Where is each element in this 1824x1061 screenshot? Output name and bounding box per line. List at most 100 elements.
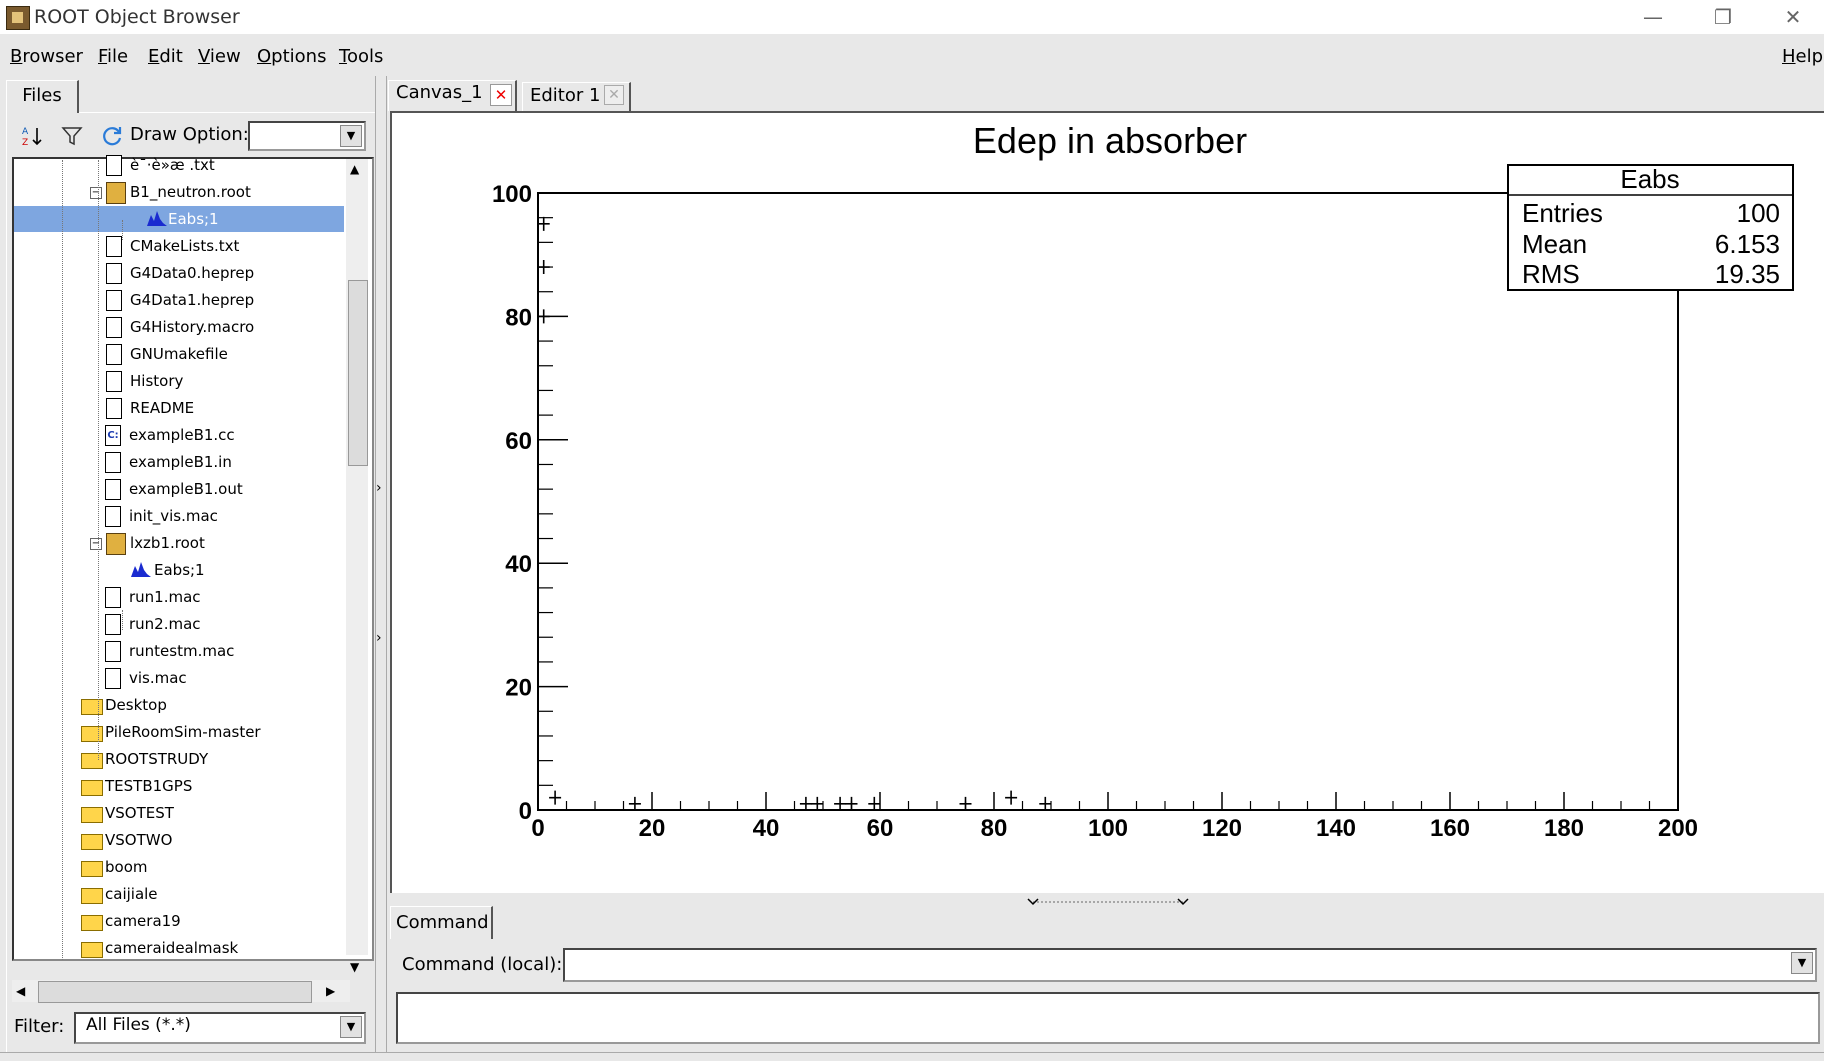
menu-options[interactable]: Options [257, 46, 326, 67]
tree-item[interactable]: Eabs;1 [130, 557, 330, 583]
data-point [811, 796, 824, 811]
stats-box: Eabs Entries 100 Mean 6.153 RMS 19.35 [1507, 164, 1794, 291]
close-tab-icon[interactable]: ✕ [604, 85, 624, 105]
tree-item-label: G4History.macro [130, 318, 255, 336]
panel-splitter[interactable] [375, 76, 387, 1052]
data-point [549, 790, 562, 805]
refresh-icon[interactable] [98, 122, 126, 150]
tree-item[interactable]: C: exampleB1.cc [105, 422, 305, 448]
tree-item[interactable]: B1_neutron.root [106, 179, 306, 205]
filter-label: Filter: [14, 1016, 65, 1037]
stats-entries-label: Entries [1522, 198, 1603, 228]
tree-item[interactable]: G4Data0.heprep [106, 260, 306, 286]
tree-item[interactable]: Eabs;1 [14, 206, 344, 232]
tab-command-label: Command [396, 912, 489, 933]
tree-item-label: TESTB1GPS [105, 777, 193, 795]
plot-canvas[interactable]: Edep in absorber 0 20 40 60 80 100 120 140 160 18… [390, 111, 1824, 893]
tree-item[interactable]: lxzb1.root [106, 530, 306, 556]
menu-browser[interactable]: Browser [10, 46, 83, 67]
expand-arrow-icon[interactable]: › [376, 480, 382, 496]
x-tick-label: 0 [531, 815, 544, 842]
tree-item[interactable]: G4Data1.heprep [106, 287, 306, 313]
cpp-file-icon: C: [105, 425, 121, 446]
restore-button[interactable]: ❐ [1693, 0, 1753, 34]
tree-vertical-scrollbar[interactable] [346, 159, 368, 955]
collapse-toggle-icon[interactable]: − [90, 187, 102, 199]
menu-file[interactable]: File [98, 46, 128, 67]
collapse-toggle-icon[interactable]: − [90, 538, 102, 550]
tree-item-label: ROOTSTRUDY [105, 750, 209, 768]
tree-item[interactable]: boom [81, 854, 281, 880]
draw-option-combo[interactable]: ▼ [248, 121, 366, 151]
tree-item[interactable]: VSOTWO [81, 827, 281, 853]
tree-horizontal-scroll-thumb[interactable] [38, 981, 312, 1003]
tree-item[interactable]: run2.mac [105, 611, 305, 637]
menu-help[interactable]: Help [1782, 46, 1823, 67]
tree-item[interactable]: exampleB1.out [105, 476, 305, 502]
tree-item[interactable]: cameraidealmask [81, 935, 281, 961]
command-output[interactable] [396, 992, 1820, 1044]
file-icon [106, 263, 122, 284]
folder-icon [81, 888, 103, 904]
tree-item[interactable]: vis.mac [105, 665, 305, 691]
tree-item-label: è¯·è»æ .txt [130, 156, 215, 174]
close-tab-icon[interactable]: ✕ [490, 84, 512, 106]
tree-item[interactable]: History [106, 368, 306, 394]
tree-item[interactable]: VSOTEST [81, 800, 281, 826]
tree-item[interactable]: runtestm.mac [105, 638, 305, 664]
tree-item-label: G4Data1.heprep [130, 291, 255, 309]
tree-item[interactable]: PileRoomSim-master [81, 719, 281, 745]
tree-item[interactable]: è¯·è»æ .txt [106, 152, 306, 178]
root-file-icon [106, 533, 126, 555]
tree-item[interactable]: ROOTSTRUDY [81, 746, 281, 772]
tree-vertical-scroll-thumb[interactable] [348, 280, 368, 466]
canvas-command-splitter[interactable] [388, 892, 1824, 906]
tree-item[interactable]: README [106, 395, 306, 421]
chevron-down-icon[interactable]: ▼ [340, 1016, 362, 1038]
folder-icon [81, 780, 103, 796]
x-tick-label: 100 [1088, 815, 1128, 842]
data-point [845, 796, 858, 811]
tree-item[interactable]: caijiale [81, 881, 281, 907]
data-point [537, 309, 550, 324]
filter-icon[interactable] [58, 122, 86, 150]
tree-item[interactable]: G4History.macro [106, 314, 306, 340]
chevron-down-icon[interactable]: ▼ [340, 125, 362, 147]
stats-mean-label: Mean [1522, 229, 1587, 259]
tree-item[interactable]: camera19 [81, 908, 281, 934]
x-tick-label: 160 [1430, 815, 1470, 842]
data-point [1039, 796, 1052, 811]
tree-item[interactable]: run1.mac [105, 584, 305, 610]
minimize-button[interactable]: — [1623, 0, 1683, 34]
tree-item-label: cameraidealmask [105, 939, 239, 957]
menu-view[interactable]: View [198, 46, 241, 67]
expand-arrow-icon[interactable]: › [376, 630, 382, 646]
tree-item[interactable]: TESTB1GPS [81, 773, 281, 799]
tab-canvas-label: Canvas_1 [396, 82, 483, 103]
tree-item-label: B1_neutron.root [130, 183, 251, 201]
close-window-button[interactable]: ✕ [1763, 0, 1823, 34]
scroll-down-arrow-icon[interactable]: ▼ [350, 960, 359, 974]
tree-guide-line [98, 160, 99, 760]
scroll-up-arrow-icon[interactable]: ▲ [350, 162, 359, 176]
chevron-down-icon[interactable]: ▼ [1791, 952, 1813, 974]
tree-item[interactable]: init_vis.mac [105, 503, 305, 529]
command-input[interactable]: ▼ [563, 948, 1817, 982]
tab-files[interactable]: Files [6, 80, 79, 113]
sort-icon[interactable]: AZ [18, 122, 46, 150]
x-tick-label: 80 [981, 815, 1008, 842]
file-icon [106, 398, 122, 419]
scroll-right-arrow-icon[interactable]: ▶ [326, 984, 335, 998]
data-point [537, 216, 550, 231]
tree-item[interactable]: Desktop [81, 692, 281, 718]
menu-tools[interactable]: Tools [339, 46, 383, 67]
menu-edit[interactable]: Edit [148, 46, 183, 67]
tree-item[interactable]: CMakeLists.txt [106, 233, 306, 259]
tree-item[interactable]: exampleB1.in [105, 449, 305, 475]
histogram-chart[interactable]: Edep in absorber 0 20 40 60 80 100 120 140 160 18… [392, 113, 1824, 893]
file-icon [106, 155, 122, 176]
scroll-left-arrow-icon[interactable]: ◀ [16, 984, 25, 998]
stats-rms-label: RMS [1522, 259, 1580, 289]
folder-icon [81, 861, 103, 877]
tree-item[interactable]: GNUmakefile [106, 341, 306, 367]
